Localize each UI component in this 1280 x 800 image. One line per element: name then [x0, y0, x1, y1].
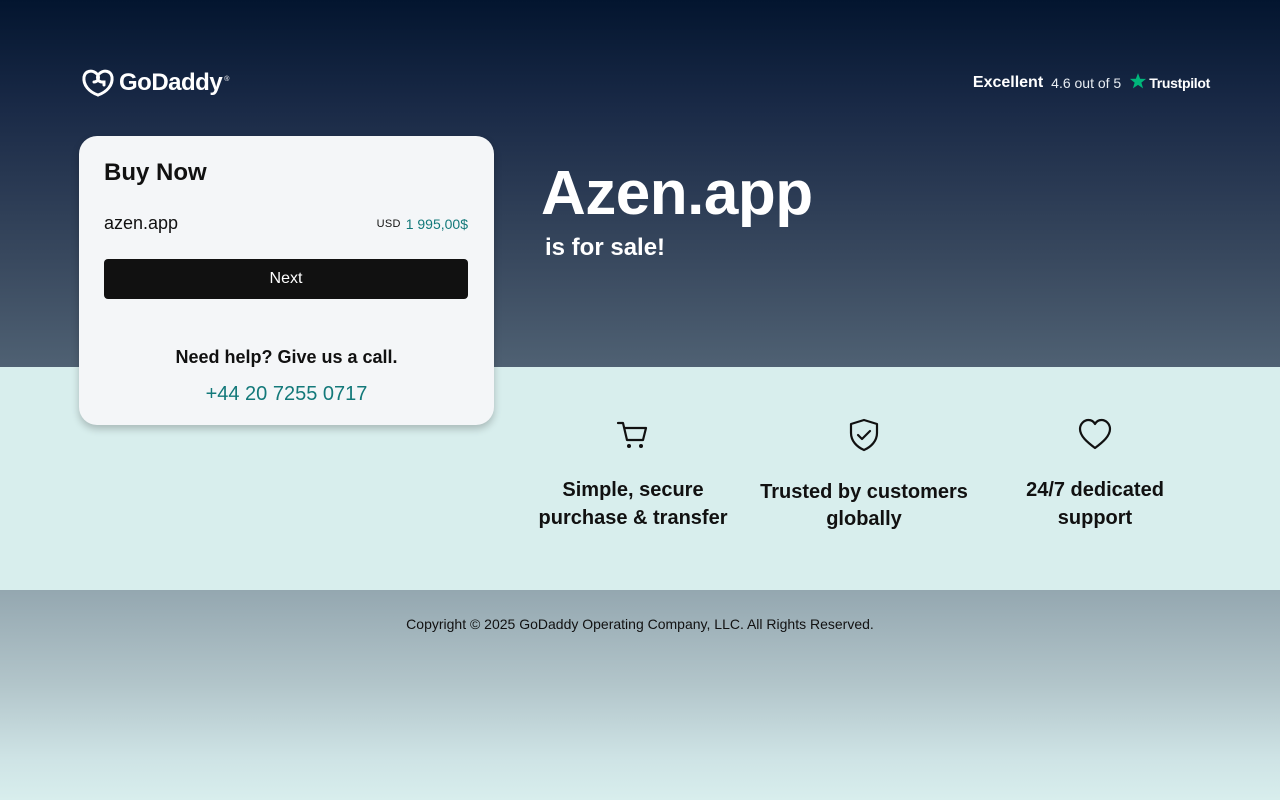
feature-text: 24/7 dedicated support — [980, 476, 1210, 532]
feature-text: Simple, secure purchase & transfer — [518, 476, 748, 532]
for-sale-subtitle: is for sale! — [545, 234, 666, 261]
trustpilot-widget[interactable]: Excellent 4.6 out of 5 Trustpilot — [973, 72, 1210, 93]
trustpilot-brand-text: Trustpilot — [1149, 74, 1210, 91]
feature-line: Trusted by customers — [760, 481, 968, 503]
feature-secure-purchase: Simple, secure purchase & transfer — [518, 418, 748, 532]
feature-line: globally — [826, 508, 902, 530]
logo-text: GoDaddy — [119, 69, 223, 96]
price-amount: 1 995,00$ — [405, 215, 468, 232]
heart-icon — [980, 418, 1210, 452]
godaddy-logo[interactable]: GoDaddy ® — [81, 68, 229, 98]
feature-line: support — [1057, 507, 1133, 529]
logo-trademark: ® — [224, 75, 230, 83]
domain-price-row: azen.app USD 1 995,00$ — [104, 213, 468, 234]
domain-title: Azen.app — [541, 159, 813, 228]
feature-line: purchase & transfer — [538, 507, 728, 529]
price: USD 1 995,00$ — [377, 216, 468, 232]
trust-rating-label: Excellent — [972, 73, 1044, 91]
feature-line: Simple, secure — [562, 479, 704, 501]
star-icon — [1129, 72, 1147, 93]
feature-line: 24/7 dedicated — [1026, 479, 1164, 501]
feature-support: 24/7 dedicated support — [980, 418, 1210, 532]
copyright-text: Copyright © 2025 GoDaddy Operating Compa… — [406, 616, 874, 632]
currency-code: USD — [376, 217, 401, 230]
trust-score: 4.6 out of 5 — [1051, 74, 1122, 91]
buy-card-title: Buy Now — [104, 159, 207, 186]
next-button[interactable]: Next — [104, 259, 468, 299]
shield-check-icon — [749, 418, 979, 452]
cart-icon — [518, 418, 748, 452]
feature-trusted: Trusted by customers globally — [749, 418, 979, 533]
phone-link[interactable]: +44 20 7255 0717 — [79, 383, 494, 406]
buy-card: Buy Now azen.app USD 1 995,00$ Next Need… — [79, 136, 494, 425]
help-text: Need help? Give us a call. — [175, 347, 398, 367]
feature-text: Trusted by customers globally — [749, 479, 979, 533]
domain-name: azen.app — [104, 213, 179, 233]
trustpilot-brand: Trustpilot — [1129, 72, 1210, 93]
godaddy-logo-icon — [81, 68, 115, 98]
